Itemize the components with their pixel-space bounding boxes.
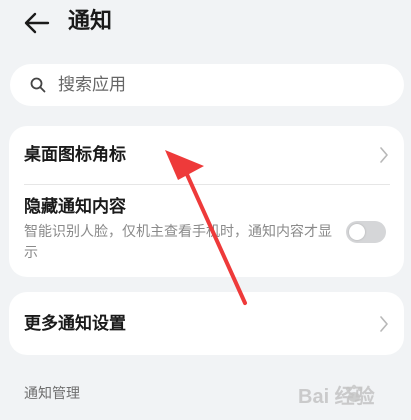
divider <box>24 184 390 185</box>
more-settings-row[interactable]: 更多通知设置 <box>9 292 404 355</box>
more-settings-card: 更多通知设置 <box>9 292 404 355</box>
notification-options-card: 桌面图标角标 隐藏通知内容 智能识别人脸，仅机主查看手机时，通知内容才显示 <box>9 126 404 277</box>
desktop-badge-label: 桌面图标角标 <box>24 145 126 165</box>
page-title: 通知 <box>68 9 113 34</box>
search-icon <box>30 77 46 93</box>
more-settings-label: 更多通知设置 <box>24 314 126 334</box>
chevron-right-icon <box>378 314 390 334</box>
hide-content-description: 智能识别人脸，仅机主查看手机时，通知内容才显示 <box>24 224 332 261</box>
baidu-watermark: Bai 经验 <box>298 384 375 408</box>
back-arrow-icon <box>24 12 50 34</box>
search-input[interactable] <box>56 74 360 96</box>
back-button[interactable] <box>20 6 54 40</box>
section-header-notification-management: 通知管理 <box>24 386 80 402</box>
toggle-knob <box>349 224 365 240</box>
hide-content-toggle[interactable] <box>346 221 386 243</box>
title-bar: 通知 <box>0 0 411 50</box>
search-bar[interactable] <box>10 64 404 106</box>
hide-content-label: 隐藏通知内容 <box>24 197 126 217</box>
watermark-text: Bai 经验 <box>298 384 375 408</box>
desktop-badge-row[interactable]: 桌面图标角标 <box>9 126 404 184</box>
chevron-right-icon <box>378 145 390 165</box>
